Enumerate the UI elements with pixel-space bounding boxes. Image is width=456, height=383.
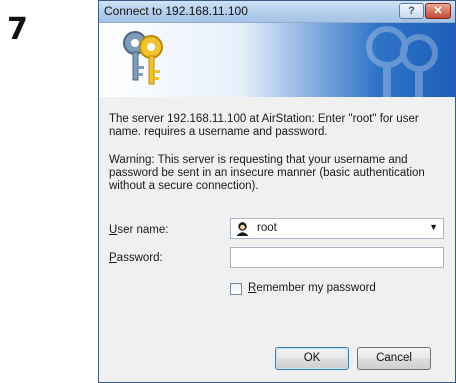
- chevron-down-icon[interactable]: ▼: [429, 222, 438, 232]
- remember-label-text: emember my password: [256, 282, 376, 294]
- dialog-content: The server 192.168.11.100 at AirStation:…: [99, 97, 455, 382]
- remember-password-label[interactable]: Remember my password: [248, 282, 376, 294]
- cancel-button[interactable]: Cancel: [357, 347, 431, 370]
- keys-icon: [123, 31, 163, 85]
- warning-message: Warning: This server is requesting that …: [109, 154, 425, 192]
- username-label: User name:: [109, 224, 168, 236]
- remember-password-checkbox[interactable]: [230, 283, 242, 295]
- ok-button[interactable]: OK: [275, 347, 349, 370]
- help-button[interactable]: ?: [399, 3, 424, 19]
- username-value: root: [257, 222, 277, 234]
- step-number: 7: [7, 12, 28, 47]
- password-label-text: assword:: [116, 252, 163, 264]
- credentials-dialog: Connect to 192.168.11.100 ? ✕ The server…: [98, 0, 456, 383]
- password-label-accesskey: P: [109, 252, 117, 264]
- password-input[interactable]: [230, 247, 444, 268]
- username-label-text: ser name:: [117, 224, 169, 236]
- username-combobox[interactable]: root ▼: [230, 218, 444, 239]
- user-avatar-icon: [235, 221, 250, 236]
- password-label: Password:: [109, 252, 163, 264]
- keys-watermark-icon: [366, 26, 438, 97]
- dialog-banner: [99, 23, 455, 97]
- title-bar[interactable]: Connect to 192.168.11.100 ? ✕: [99, 1, 455, 23]
- dialog-title: Connect to 192.168.11.100: [104, 4, 248, 18]
- server-message: The server 192.168.11.100 at AirStation:…: [109, 113, 419, 138]
- close-button[interactable]: ✕: [425, 3, 451, 19]
